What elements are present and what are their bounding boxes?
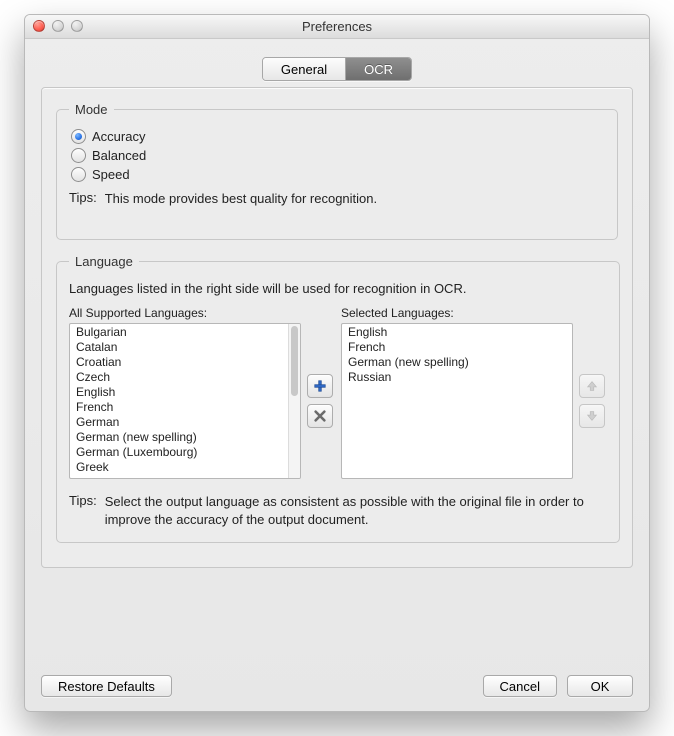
list-item[interactable]: English: [342, 325, 572, 340]
list-item[interactable]: Greek: [70, 460, 288, 475]
tab-general[interactable]: General: [263, 58, 346, 80]
reorder-buttons: [579, 306, 607, 479]
x-icon: [313, 409, 327, 423]
list-item[interactable]: Croatian: [70, 355, 288, 370]
mode-radio-speed[interactable]: Speed: [71, 167, 605, 182]
selected-languages-label: Selected Languages:: [341, 306, 573, 320]
list-item[interactable]: German (new spelling): [342, 355, 572, 370]
close-icon[interactable]: [33, 20, 45, 32]
scrollbar-thumb[interactable]: [291, 326, 298, 396]
tips-text: Select the output language as consistent…: [105, 493, 607, 528]
move-down-button[interactable]: [579, 404, 605, 428]
window-title: Preferences: [302, 19, 372, 34]
tab-bar: General OCR: [41, 57, 633, 81]
list-item[interactable]: Russian: [342, 370, 572, 385]
list-item[interactable]: German: [70, 415, 288, 430]
all-languages-list[interactable]: Bulgarian Catalan Croatian Czech English…: [69, 323, 301, 479]
list-item[interactable]: French: [70, 400, 288, 415]
window-body: General OCR Mode Accuracy Balanced Speed: [25, 39, 649, 582]
tips-label: Tips:: [69, 493, 97, 528]
titlebar: Preferences: [25, 15, 649, 39]
radio-icon: [71, 148, 86, 163]
list-item[interactable]: English: [70, 385, 288, 400]
language-tips: Tips: Select the output language as cons…: [69, 493, 607, 528]
transfer-buttons: [307, 306, 335, 479]
tips-text: This mode provides best quality for reco…: [105, 190, 377, 208]
move-up-button[interactable]: [579, 374, 605, 398]
mode-legend: Mode: [69, 102, 114, 117]
all-languages-label: All Supported Languages:: [69, 306, 301, 320]
selected-languages-list[interactable]: English French German (new spelling) Rus…: [341, 323, 573, 479]
traffic-lights: [33, 20, 83, 32]
scrollbar[interactable]: [288, 324, 300, 478]
plus-icon: [313, 379, 327, 393]
restore-defaults-button[interactable]: Restore Defaults: [41, 675, 172, 697]
minimize-icon[interactable]: [52, 20, 64, 32]
cancel-button[interactable]: Cancel: [483, 675, 557, 697]
language-description: Languages listed in the right side will …: [69, 281, 607, 296]
ocr-panel: Mode Accuracy Balanced Speed Tips: This …: [41, 87, 633, 568]
tab-ocr[interactable]: OCR: [346, 58, 411, 80]
zoom-icon[interactable]: [71, 20, 83, 32]
arrow-up-icon: [585, 379, 599, 393]
list-item[interactable]: German (Luxembourg): [70, 445, 288, 460]
mode-radio-label: Speed: [92, 167, 130, 182]
mode-radio-accuracy[interactable]: Accuracy: [71, 129, 605, 144]
language-legend: Language: [69, 254, 139, 269]
radio-icon: [71, 167, 86, 182]
ok-button[interactable]: OK: [567, 675, 633, 697]
selected-languages-column: Selected Languages: English French Germa…: [341, 306, 573, 479]
list-item[interactable]: Bulgarian: [70, 325, 288, 340]
list-item[interactable]: German (new spelling): [70, 430, 288, 445]
mode-radio-label: Balanced: [92, 148, 146, 163]
mode-radio-balanced[interactable]: Balanced: [71, 148, 605, 163]
list-item[interactable]: Catalan: [70, 340, 288, 355]
all-languages-column: All Supported Languages: Bulgarian Catal…: [69, 306, 301, 479]
language-group: Language Languages listed in the right s…: [56, 254, 620, 543]
list-item[interactable]: French: [342, 340, 572, 355]
preferences-window: Preferences General OCR Mode Accuracy Ba…: [24, 14, 650, 712]
list-item[interactable]: Czech: [70, 370, 288, 385]
remove-language-button[interactable]: [307, 404, 333, 428]
add-language-button[interactable]: [307, 374, 333, 398]
mode-group: Mode Accuracy Balanced Speed Tips: This …: [56, 102, 618, 240]
tips-label: Tips:: [69, 190, 97, 208]
radio-icon: [71, 129, 86, 144]
mode-tips: Tips: This mode provides best quality fo…: [69, 190, 605, 208]
arrow-down-icon: [585, 409, 599, 423]
dialog-footer: Restore Defaults Cancel OK: [41, 675, 633, 697]
mode-radio-label: Accuracy: [92, 129, 145, 144]
